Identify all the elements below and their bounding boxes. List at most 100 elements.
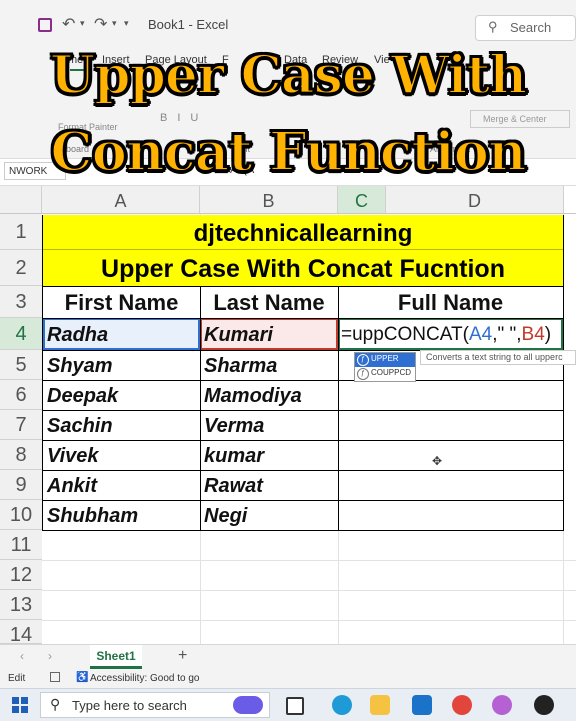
taskbar-search-placeholder: Type here to search xyxy=(72,698,187,713)
undo-dropdown-icon[interactable]: ▾ xyxy=(80,18,85,29)
table-border-col-b xyxy=(200,286,201,531)
table-border-left xyxy=(42,215,43,531)
macro-record-icon[interactable] xyxy=(50,672,60,682)
search-icon: ⚲ xyxy=(50,696,61,712)
function-icon: ƒ xyxy=(357,368,369,380)
row-header-5[interactable]: 5 xyxy=(0,350,42,380)
windows-logo-pane xyxy=(12,697,19,704)
app-icon[interactable] xyxy=(492,695,512,715)
autocomplete-label: UPPER xyxy=(371,354,399,363)
row-header-13[interactable]: 13 xyxy=(0,590,42,620)
windows-start-icon[interactable] xyxy=(12,697,28,713)
cell-b5[interactable]: Sharma xyxy=(200,350,338,380)
header-first-name[interactable]: First Name xyxy=(43,286,200,318)
overlay-title-line2: Concat Function xyxy=(49,120,527,184)
status-mode: Edit xyxy=(8,673,26,684)
row-header-7[interactable]: 7 xyxy=(0,410,42,440)
windows-logo-pane xyxy=(12,706,19,713)
cell-b10[interactable]: Negi xyxy=(200,500,338,530)
table-border-bottom xyxy=(42,530,564,531)
function-icon: ƒ xyxy=(357,354,369,366)
table-border-row5 xyxy=(42,380,564,381)
redo-dropdown-icon[interactable]: ▾ xyxy=(112,18,117,29)
cell-b7[interactable]: Verma xyxy=(200,410,338,440)
status-bar: Edit ♿ Accessibility: Good to go xyxy=(0,670,576,688)
search-label: Search xyxy=(510,20,552,35)
chrome-icon[interactable] xyxy=(452,695,472,715)
search-icon: ⚲ xyxy=(488,19,498,34)
gridline xyxy=(42,560,576,561)
table-border-right xyxy=(563,215,564,531)
row-header-3[interactable]: 3 xyxy=(0,286,42,318)
formula-separator: ," ", xyxy=(492,324,522,345)
cell-a4[interactable]: Radha xyxy=(43,318,200,350)
row-header-10[interactable]: 10 xyxy=(0,500,42,530)
cell-a10[interactable]: Shubham xyxy=(43,500,200,530)
edge-icon[interactable] xyxy=(332,695,352,715)
autocomplete-item-coouppcd[interactable]: ƒ COUPPCD xyxy=(355,367,415,381)
table-border-row9 xyxy=(42,500,564,501)
autocomplete-item-upper[interactable]: ƒ UPPER xyxy=(355,353,415,367)
windows-taskbar: ⚲ Type here to search xyxy=(0,688,576,721)
autocomplete-list[interactable]: ƒ UPPER ƒ COUPPCD xyxy=(354,352,416,382)
windows-logo-pane xyxy=(21,697,28,704)
save-icon[interactable] xyxy=(38,18,52,32)
row-header-11[interactable]: 11 xyxy=(0,530,42,560)
banner-title[interactable]: djtechnicallearning xyxy=(43,215,563,250)
cell-a7[interactable]: Sachin xyxy=(43,410,200,440)
cell-b4[interactable]: Kumari xyxy=(200,318,338,350)
gridline xyxy=(42,590,576,591)
worksheet-grid[interactable]: A B C D 1 2 3 4 5 6 7 8 9 10 11 12 13 14… xyxy=(0,186,576,646)
cell-b8[interactable]: kumar xyxy=(200,440,338,470)
redo-icon[interactable]: ↷ xyxy=(94,14,107,34)
table-border-col-c xyxy=(338,286,339,531)
autocomplete-label: COUPPCD xyxy=(371,368,412,377)
function-tooltip: Converts a text string to all upperc xyxy=(420,350,576,365)
row-header-1[interactable]: 1 xyxy=(0,214,42,250)
copilot-icon[interactable] xyxy=(233,696,263,714)
row-header-14[interactable]: 14 xyxy=(0,620,42,646)
table-border-row7 xyxy=(42,440,564,441)
cell-b6[interactable]: Mamodiya xyxy=(200,380,338,410)
header-last-name[interactable]: Last Name xyxy=(200,286,338,318)
task-view-icon[interactable] xyxy=(286,697,304,715)
window-title: Book1 - Excel xyxy=(148,17,229,32)
row-header-2[interactable]: 2 xyxy=(0,250,42,286)
table-border-row8 xyxy=(42,470,564,471)
header-full-name[interactable]: Full Name xyxy=(338,286,563,318)
file-explorer-icon[interactable] xyxy=(370,695,390,715)
sheet-tab-sheet1[interactable]: Sheet1 xyxy=(90,645,142,669)
taskbar-search-box[interactable]: ⚲ Type here to search xyxy=(40,692,270,718)
banner-subtitle[interactable]: Upper Case With Concat Fucntion xyxy=(43,250,563,286)
row-header-9[interactable]: 9 xyxy=(0,470,42,500)
overlay-title-line1: Upper Case With xyxy=(49,44,528,107)
row-header-8[interactable]: 8 xyxy=(0,440,42,470)
formula-suffix: ) xyxy=(544,324,552,345)
windows-logo-pane xyxy=(21,706,28,713)
add-sheet-button[interactable]: + xyxy=(178,647,187,665)
row-header-4[interactable]: 4 xyxy=(0,318,42,350)
cell-a8[interactable]: Vivek xyxy=(43,440,200,470)
mouse-pointer-icon: ✥ xyxy=(432,454,443,468)
status-accessibility[interactable]: Accessibility: Good to go xyxy=(90,673,200,684)
row-header-6[interactable]: 6 xyxy=(0,380,42,410)
row-header-12[interactable]: 12 xyxy=(0,560,42,590)
cell-c4-formula[interactable]: =uppCONCAT(A4," ",B4) xyxy=(341,318,551,350)
formula-ref-b4: B4 xyxy=(521,324,545,345)
cell-a5[interactable]: Shyam xyxy=(43,350,200,380)
gridline xyxy=(42,620,576,621)
formula-ref-a4: A4 xyxy=(468,324,493,345)
table-border-top xyxy=(42,286,564,287)
undo-icon[interactable]: ↶ xyxy=(62,14,75,34)
sheet-next-icon[interactable]: › xyxy=(48,649,52,663)
mail-icon[interactable] xyxy=(412,695,432,715)
tooltip-text: Converts a text string to all upperc xyxy=(426,352,563,362)
cell-a6[interactable]: Deepak xyxy=(43,380,200,410)
cell-b9[interactable]: Rawat xyxy=(200,470,338,500)
cell-a9[interactable]: Ankit xyxy=(43,470,200,500)
column-header-divider xyxy=(0,213,576,214)
sheet-prev-icon[interactable]: ‹ xyxy=(20,649,24,663)
table-border-row6 xyxy=(42,410,564,411)
customize-toolbar-icon[interactable]: ▾ xyxy=(124,18,129,29)
media-app-icon[interactable] xyxy=(534,695,554,715)
